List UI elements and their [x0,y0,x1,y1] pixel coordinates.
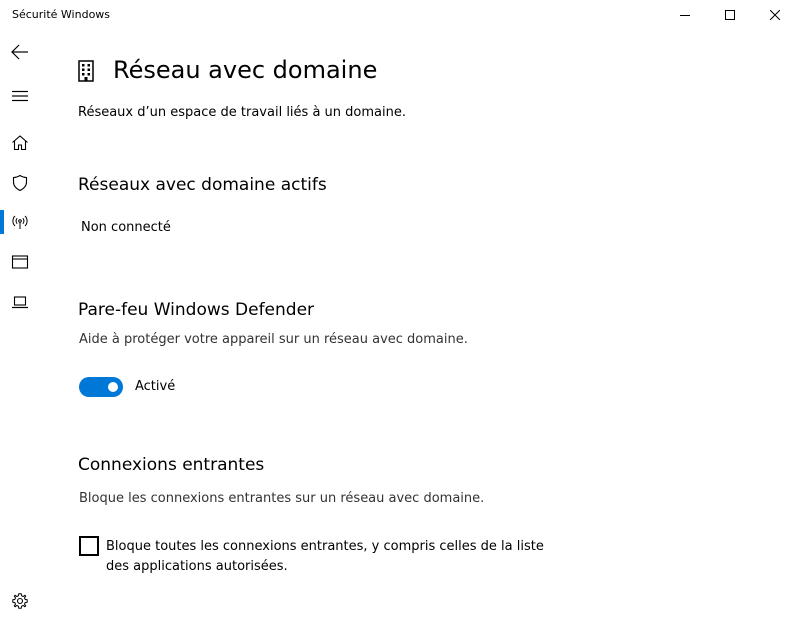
building-icon [78,60,94,82]
block-all-incoming-checkbox[interactable] [79,536,99,556]
page-title: Réseau avec domaine [113,56,378,84]
active-networks-heading: Réseaux avec domaine actifs [78,175,327,195]
main-content: Réseau avec domaine Réseaux d’un espace … [0,0,794,621]
firewall-description: Aide à protéger votre appareil sur un ré… [79,332,468,347]
firewall-heading: Pare-feu Windows Defender [78,300,315,320]
toggle-knob [108,382,118,392]
checkbox-label-line-1: Bloque toutes les connexions entrantes, … [106,539,544,554]
firewall-toggle-label: Activé [135,379,176,394]
incoming-connections-description: Bloque les connexions entrantes sur un r… [79,491,485,506]
incoming-connections-heading: Connexions entrantes [78,455,265,475]
firewall-toggle[interactable] [79,377,123,397]
checkbox-label-line-2: des applications autorisées. [106,559,288,574]
page-description: Réseaux d’un espace de travail liés à un… [78,105,406,120]
block-all-incoming-label[interactable]: Bloque toutes les connexions entrantes, … [106,537,566,577]
active-networks-value: Non connecté [81,220,171,235]
